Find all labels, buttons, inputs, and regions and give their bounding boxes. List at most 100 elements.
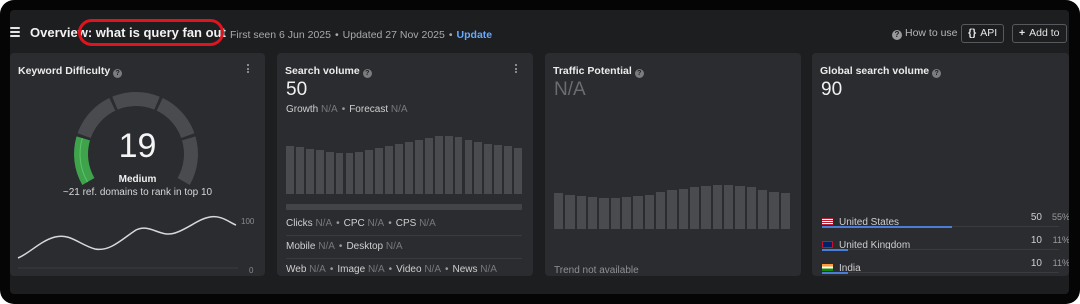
country-row[interactable]: United States 50 55% bbox=[822, 212, 1069, 232]
bar[interactable] bbox=[295, 147, 304, 194]
keyword-meta: First seen 6 Jun 2025 • Updated 27 Nov 202… bbox=[230, 29, 492, 41]
sv-more-icon[interactable] bbox=[513, 64, 519, 76]
country-row[interactable]: United Kingdom 10 11% bbox=[822, 235, 1069, 255]
kd-chart-max: 100 bbox=[241, 217, 255, 226]
sv-clicks-row: Clicks N/A • CPC N/A • CPS N/A bbox=[286, 218, 436, 229]
bar[interactable] bbox=[758, 189, 768, 229]
gsv-title: Global search volume? bbox=[820, 65, 944, 78]
bar[interactable] bbox=[385, 146, 394, 194]
bar[interactable] bbox=[633, 195, 643, 229]
api-button[interactable]: {} API bbox=[961, 24, 1005, 43]
traffic-potential-card: Traffic Potential? N/A Trend not availab… bbox=[545, 53, 801, 276]
forecast-value: N/A bbox=[390, 104, 408, 115]
bar[interactable] bbox=[305, 149, 314, 194]
menu-icon[interactable] bbox=[10, 27, 20, 37]
bar[interactable] bbox=[565, 194, 575, 229]
bar[interactable] bbox=[474, 142, 483, 194]
cpc-label: CPC bbox=[343, 218, 365, 229]
country-share-bar bbox=[822, 226, 953, 228]
bar[interactable] bbox=[576, 195, 586, 229]
country-volume: 10 bbox=[1030, 258, 1042, 269]
sv-device-row: Mobile N/A • Desktop N/A bbox=[286, 241, 403, 252]
row-dot: • bbox=[329, 264, 334, 275]
meta-dot: • bbox=[448, 29, 453, 41]
bar[interactable] bbox=[678, 188, 688, 229]
bar[interactable] bbox=[610, 198, 620, 229]
gsv-help-icon[interactable]: ? bbox=[932, 69, 942, 78]
bar[interactable] bbox=[345, 153, 354, 194]
sv-title: Search volume? bbox=[285, 65, 375, 78]
bar[interactable] bbox=[454, 137, 463, 194]
kd-value: 19 bbox=[118, 127, 157, 165]
bar[interactable] bbox=[712, 185, 722, 229]
cpc-value: N/A bbox=[367, 218, 385, 229]
bar[interactable] bbox=[644, 194, 654, 229]
bar[interactable] bbox=[365, 150, 374, 194]
bar[interactable] bbox=[405, 142, 413, 194]
sv-help-icon[interactable]: ? bbox=[362, 69, 372, 78]
bar[interactable] bbox=[514, 148, 522, 194]
mobile-value: N/A bbox=[318, 241, 335, 252]
bar[interactable] bbox=[414, 140, 423, 194]
news-value: N/A bbox=[480, 264, 497, 275]
kd-level-label: Medium bbox=[118, 174, 157, 185]
bar[interactable] bbox=[690, 187, 700, 229]
top-bar: Overview: what is query fan out First se… bbox=[10, 10, 1069, 56]
keyword-difficulty-card: Keyword Difficulty? 19 Medium ~21 ref. d… bbox=[10, 53, 265, 276]
tp-title-text: Traffic Potential bbox=[553, 65, 632, 77]
desktop-value: N/A bbox=[385, 241, 403, 252]
keyword-highlight-circle bbox=[77, 19, 224, 46]
bar[interactable] bbox=[599, 198, 609, 229]
country-row[interactable]: India 10 11% bbox=[822, 258, 1069, 276]
meta-dot: • bbox=[334, 29, 339, 41]
tp-title: Traffic Potential? bbox=[553, 65, 647, 78]
bar[interactable] bbox=[355, 152, 364, 194]
uk-flag-icon bbox=[822, 241, 833, 248]
bar[interactable] bbox=[735, 186, 745, 229]
plus-icon: + bbox=[1019, 27, 1026, 39]
growth-value: N/A bbox=[321, 104, 338, 115]
bar[interactable] bbox=[656, 192, 666, 229]
bar[interactable] bbox=[395, 144, 403, 194]
bar[interactable] bbox=[746, 187, 756, 229]
tp-footer: Trend not available bbox=[554, 265, 639, 276]
country-share: 11% bbox=[1052, 258, 1069, 268]
bar[interactable] bbox=[769, 192, 779, 229]
bar[interactable] bbox=[494, 145, 503, 194]
bar[interactable] bbox=[315, 150, 324, 194]
global-search-volume-card: Global search volume? 90 United States 50… bbox=[812, 53, 1069, 276]
overview-panel: Overview: what is query fan out First se… bbox=[10, 10, 1069, 294]
how-to-use-link[interactable]: ? How to use bbox=[892, 27, 958, 40]
bar[interactable] bbox=[424, 138, 433, 194]
bar[interactable] bbox=[588, 196, 598, 229]
bar[interactable] bbox=[724, 185, 734, 229]
gsv-title-text: Global search volume bbox=[820, 65, 930, 77]
update-link[interactable]: Update bbox=[457, 29, 493, 41]
us-flag-icon bbox=[822, 218, 833, 225]
bar[interactable] bbox=[325, 152, 334, 194]
bar[interactable] bbox=[444, 136, 453, 194]
tp-value: N/A bbox=[554, 79, 586, 100]
row-dot: • bbox=[341, 104, 346, 115]
tp-help-icon[interactable]: ? bbox=[634, 69, 644, 78]
kd-trend-line bbox=[17, 215, 237, 259]
add-to-button[interactable]: + Add to bbox=[1012, 24, 1067, 43]
bar[interactable] bbox=[667, 190, 677, 229]
bar[interactable] bbox=[464, 140, 473, 194]
sv-divider bbox=[286, 258, 522, 259]
sv-timeline-scrollbar[interactable] bbox=[286, 204, 522, 210]
bar[interactable] bbox=[701, 186, 711, 229]
bar[interactable] bbox=[434, 136, 443, 194]
country-share-bar bbox=[822, 272, 849, 274]
sv-serp-row: Web N/A • Image N/A • Video N/A • News N/A bbox=[286, 264, 497, 275]
bar[interactable] bbox=[286, 146, 294, 194]
bar[interactable] bbox=[622, 196, 632, 229]
bar[interactable] bbox=[780, 193, 790, 229]
title-keyword-wrap: : what is query fan out bbox=[77, 19, 226, 46]
row-dot: • bbox=[388, 218, 392, 229]
bar[interactable] bbox=[375, 148, 384, 194]
bar[interactable] bbox=[335, 153, 344, 194]
bar[interactable] bbox=[504, 146, 513, 194]
bar[interactable] bbox=[484, 144, 493, 194]
bar[interactable] bbox=[554, 193, 564, 229]
